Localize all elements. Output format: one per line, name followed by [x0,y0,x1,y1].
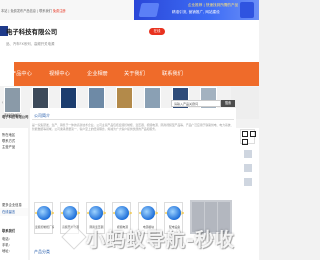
sidebar-contact-line: 手机: [2,243,10,247]
sidebar-link[interactable]: 联系方式 [2,138,15,143]
company-subtitle: 品、汽车FX系列、高频开关电源 [6,42,55,46]
sidebar-title: 电子科技有限公司 [2,115,29,119]
right-rail [236,128,259,260]
qr-code-icon [240,129,256,145]
nav-about[interactable]: 关于我们 [124,62,145,86]
main-nav: 产品中心 视频中心 企业相册 关于我们 联系我们 [0,62,259,86]
ie-browser-icon [89,206,103,220]
sidebar-link[interactable]: 在线留言 [2,209,15,214]
ie-browser-icon [63,206,77,220]
left-sidebar: 电子科技有限公司 所在地区 联系方式 主营产品 更多企业信息 在线留言 联系我们… [0,115,28,260]
ie-browser-icon [167,206,181,220]
ie-browser-icon [115,206,129,220]
search-input[interactable]: 请输入产品关键词 [171,100,221,107]
thumb-caption: 变频控制柜厂家 [35,225,54,229]
promo-banner[interactable]: 企业推荐 | 快速找到所需的产品 精准引流, 营销推广, 网站建设 [134,0,259,20]
nav-album[interactable]: 企业相册 [87,62,108,86]
ie-browser-icon [37,206,51,220]
contact-button[interactable]: 在线 [149,28,165,35]
search-button[interactable]: 搜索 [221,100,235,107]
sidebar-contact-title: 联系我们 [2,229,16,233]
search-placeholder: 请输入产品关键词 [174,102,199,106]
sidebar-link[interactable]: 更多企业信息 [2,202,22,207]
promo-line-2: 精准引流, 营销推广, 网站建设 [172,10,220,14]
crumb-text[interactable]: 本站 | 免费发布产品信息 | 联系我们 [1,9,52,13]
back-to-top-icon[interactable] [244,178,252,186]
register-link[interactable]: 免费注册 [53,9,66,13]
nav-videos[interactable]: 视频中心 [49,62,70,86]
sidebar-link[interactable]: 所在地区 [2,132,15,137]
catalog-title: 产品分类 [34,249,50,254]
nav-contact[interactable]: 联系我们 [162,62,183,86]
company-name: 电子科技有限公司 [6,28,58,36]
divider [32,119,234,120]
company-header: 电子科技有限公司 品、汽车FX系列、高频开关电源 在线 [0,20,259,62]
nav-products[interactable]: 产品中心 [11,62,32,86]
ie-browser-icon [141,206,155,220]
about-text: 是一家集研发、生产、销售于一体的高新技术企业。公司主营产品包括变频控制柜、变压器… [32,123,234,132]
message-icon[interactable] [244,164,252,172]
product-image [5,88,20,112]
sidebar-contact-line: 地址: [2,249,10,253]
product-thumb[interactable]: 变频控制柜厂家 [34,202,54,234]
top-crumb[interactable]: 本站 | 免费发布产品信息 | 联系我们 免费注册 [1,8,66,13]
sidebar-contact-line: 电话: [2,237,10,241]
cube-graphic [138,3,160,17]
sidebar-link[interactable]: 主营产品 [2,144,15,149]
phone-icon[interactable] [244,150,252,158]
cube-graphic-2 [240,2,254,18]
promo-line-1: 企业推荐 | 快速找到所需的产品 [188,3,239,7]
watermark: 小蚂蚁导航-秒收 [86,229,235,251]
